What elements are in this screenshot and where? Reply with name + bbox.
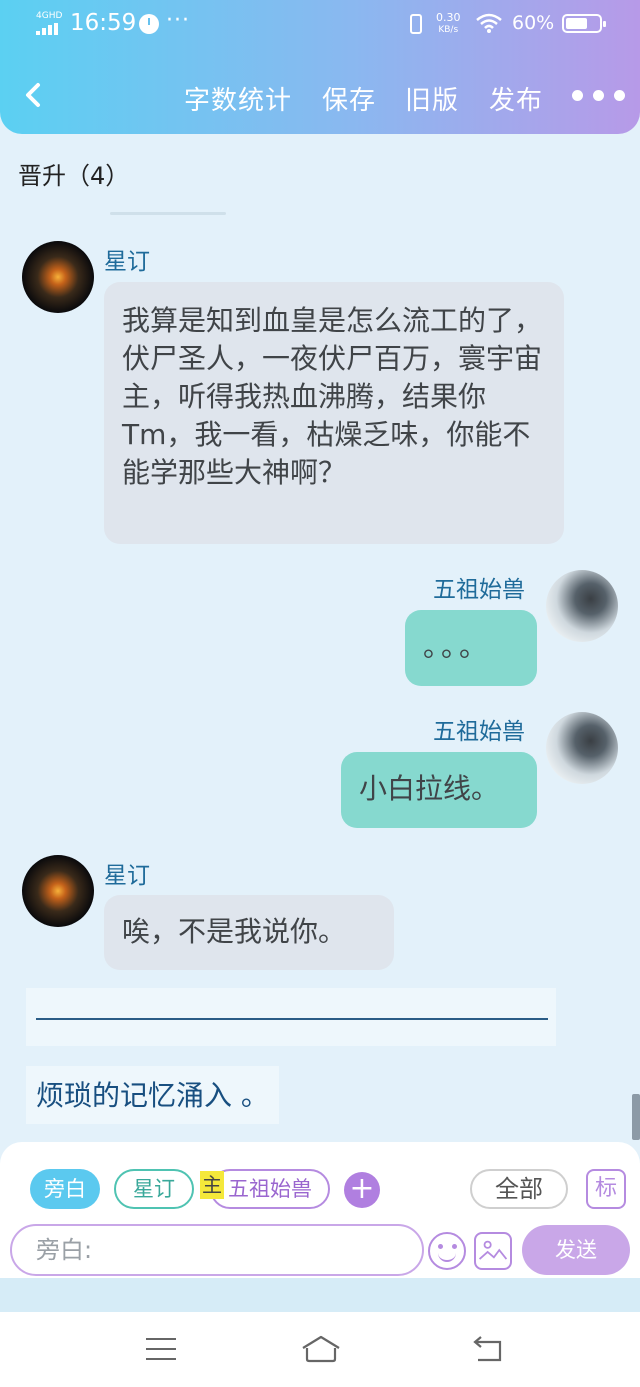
role-chip-narrator[interactable]: 旁白 [30,1169,100,1209]
more-notifications: ··· [166,8,190,33]
speaker-name: 五祖始兽 [433,577,525,603]
wifi-icon [476,13,502,33]
back-icon[interactable] [22,80,44,110]
save-button[interactable]: 保存 [322,80,376,117]
divider [110,212,226,215]
avatar-wuzu[interactable] [546,712,618,784]
emoji-icon[interactable] [428,1232,466,1270]
message-input[interactable]: 旁白: [10,1224,424,1276]
main-role-marker: 主 [200,1171,224,1199]
speed-unit: KB/s [438,25,459,35]
signal-icon [36,23,60,35]
menu-icon[interactable] [146,1338,176,1360]
app-header: 4GHD 16:59 ··· 0.30 KB/s 60% 字数统计 保存 旧版 … [0,0,640,134]
add-role-button[interactable]: + [344,1172,380,1208]
status-bar: 4GHD 16:59 ··· 0.30 KB/s 60% [0,0,640,52]
alarm-icon [139,14,159,34]
battery-percent: 60% [512,12,555,34]
message-bubble[interactable]: 小白拉线。 [341,752,537,828]
speaker-name: 星订 [104,249,150,275]
avatar-xingding[interactable] [22,241,94,313]
scrollbar[interactable] [632,1094,640,1140]
speaker-name: 五祖始兽 [433,719,525,745]
message-bubble[interactable]: 我算是知到血皇是怎么流工的了，伏尸圣人，一夜伏尸百万，寰宇宙主，听得我热血沸腾，… [104,282,564,544]
message-bubble[interactable]: 。。。 [405,610,537,686]
narration-text[interactable]: 烦琐的记忆涌入 。 [26,1066,279,1124]
battery-icon [562,14,606,33]
send-button[interactable]: 发送 [522,1225,630,1275]
tag-button[interactable]: 标 [586,1169,626,1209]
vibrate-icon [410,14,422,34]
separator-block[interactable] [26,988,556,1046]
more-icon[interactable] [572,90,626,102]
role-chip-wuzu[interactable]: 五祖始兽 [210,1169,330,1209]
role-chip-xingding[interactable]: 星订 [114,1169,194,1209]
home-icon[interactable] [300,1334,342,1364]
all-roles-button[interactable]: 全部 [470,1169,568,1209]
return-icon[interactable] [472,1336,504,1362]
avatar-wuzu[interactable] [546,570,618,642]
panel-gap [0,1278,640,1312]
clock: 16:59 [70,10,137,36]
network-speed: 0.30 KB/s [436,12,461,36]
message-bubble[interactable]: 唉，不是我说你。 [104,895,394,970]
network-type: 4GHD [36,11,63,21]
chapter-title: 晋升（4） [18,162,130,190]
image-icon[interactable] [474,1232,512,1270]
separator-line [36,1018,548,1020]
word-count-button[interactable]: 字数统计 [184,80,292,117]
speed-value: 0.30 [436,11,461,24]
old-version-button[interactable]: 旧版 [405,80,459,117]
speaker-name: 星订 [104,863,150,889]
avatar-xingding[interactable] [22,855,94,927]
publish-button[interactable]: 发布 [489,80,543,117]
